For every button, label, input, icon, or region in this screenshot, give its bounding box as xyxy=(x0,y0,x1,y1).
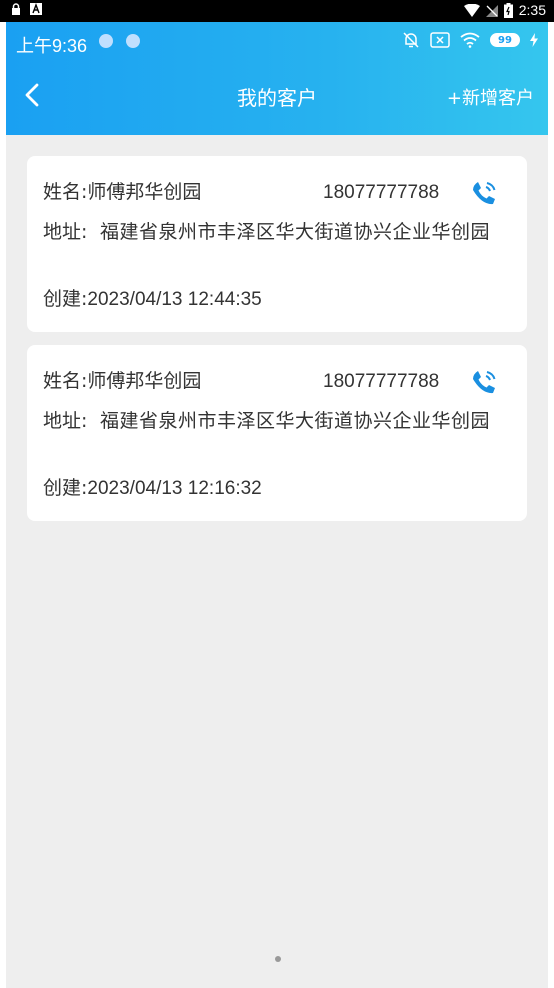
customer-card[interactable]: 姓名:师傅邦华创园 18077777788 地址: 福建省泉州市丰泽区华大街道协兴… xyxy=(27,345,527,521)
status-dot-icon xyxy=(99,34,113,48)
wifi-icon xyxy=(460,32,480,48)
nav-bar: 我的客户 +新增客户 xyxy=(6,70,548,122)
home-indicator xyxy=(275,956,281,962)
customer-address: 福建省泉州市丰泽区华大街道协兴企业华创园 xyxy=(100,221,491,243)
battery-charging-icon xyxy=(503,2,513,18)
created-label: 创建: xyxy=(43,288,88,310)
created-time: 2023/04/13 12:16:32 xyxy=(87,478,262,499)
created-time: 2023/04/13 12:44:35 xyxy=(87,289,262,310)
app-status-bar: 上午9:36 99 xyxy=(6,22,548,62)
battery-indicator: 99 xyxy=(490,33,520,47)
system-right-icons: 2:35 xyxy=(463,2,546,18)
status-clock: 上午9:36 xyxy=(16,36,88,56)
address-block: 地址: 福建省泉州市丰泽区华大街道协兴企业华创园 xyxy=(43,405,518,437)
lock-icon xyxy=(12,3,20,15)
customer-phone: 18077777788 xyxy=(323,182,440,203)
charging-bolt-icon xyxy=(530,33,538,47)
created-row: 创建:2023/04/13 12:44:35 xyxy=(43,284,262,311)
add-customer-button[interactable]: +新增客户 xyxy=(447,84,534,110)
phone-call-icon[interactable] xyxy=(469,367,499,397)
address-label: 地址: xyxy=(43,221,88,243)
app-header: 上午9:36 99 我的客户 +新增客户 xyxy=(6,22,548,135)
customer-card[interactable]: 姓名:师傅邦华创园 18077777788 地址: 福建省泉州市丰泽区华大街道协兴… xyxy=(27,156,527,332)
no-sim-icon xyxy=(430,32,450,48)
system-time: 2:35 xyxy=(518,2,546,18)
customer-address: 福建省泉州市丰泽区华大街道协兴企业华创园 xyxy=(100,410,491,432)
name-row: 姓名:师傅邦华创园 xyxy=(43,365,201,397)
customer-name: 师傅邦华创园 xyxy=(87,370,202,392)
name-row: 姓名:师傅邦华创园 xyxy=(43,176,201,208)
no-signal-icon xyxy=(485,4,498,17)
wifi-icon xyxy=(463,3,480,17)
address-block: 地址: 福建省泉州市丰泽区华大街道协兴企业华创园 xyxy=(43,216,518,248)
mute-bell-icon xyxy=(403,32,419,48)
customer-phone: 18077777788 xyxy=(323,371,440,392)
status-right-icons: 99 xyxy=(402,31,538,49)
status-dot-icon xyxy=(126,34,140,48)
system-status-bar: 2:35 xyxy=(0,0,554,22)
app-frame: 上午9:36 99 我的客户 +新增客户 姓名:师傅邦华创园 180777777… xyxy=(6,22,548,988)
name-label: 姓名: xyxy=(43,181,88,203)
name-label: 姓名: xyxy=(43,370,88,392)
phone-call-icon[interactable] xyxy=(469,178,499,208)
a-notification-icon xyxy=(30,3,42,15)
customer-name: 师傅邦华创园 xyxy=(87,181,202,203)
created-row: 创建:2023/04/13 12:16:32 xyxy=(43,473,262,500)
system-left-icons xyxy=(10,3,42,15)
address-label: 地址: xyxy=(43,410,88,432)
created-label: 创建: xyxy=(43,477,88,499)
